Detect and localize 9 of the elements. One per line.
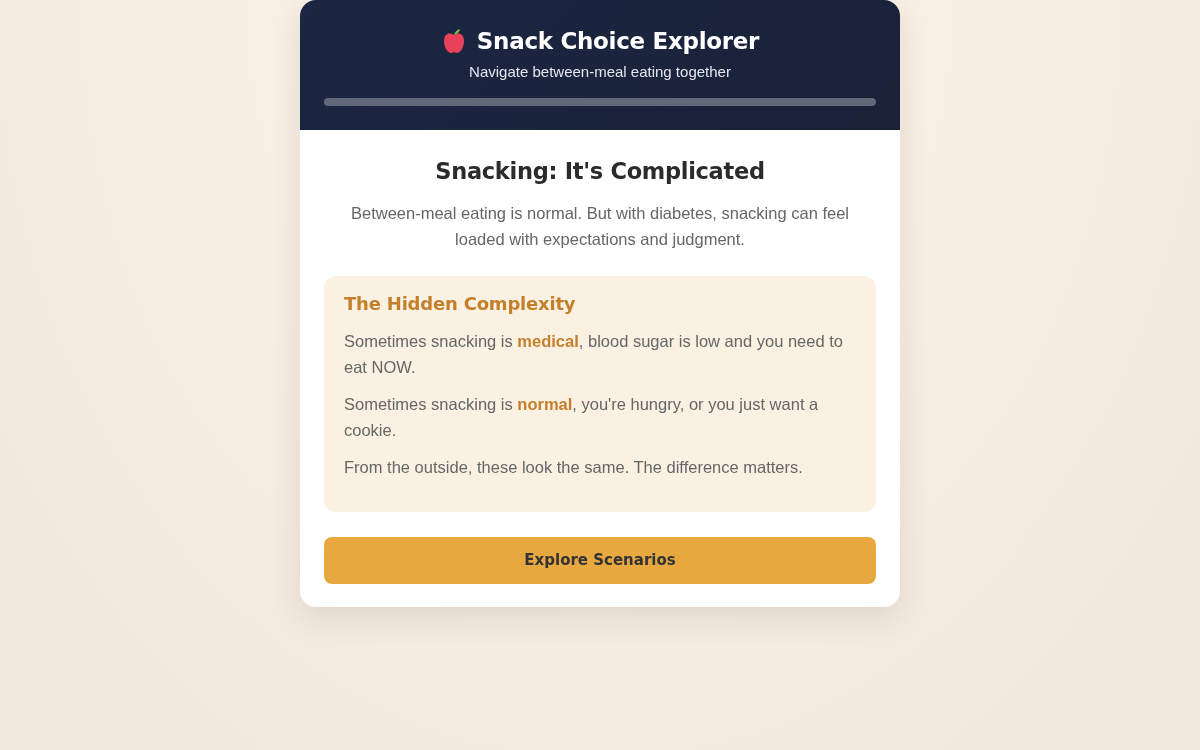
callout-heading: The Hidden Complexity <box>344 292 577 316</box>
app-subtitle: Navigate between-meal eating together <box>469 62 731 82</box>
app-title: Snack Choice Explorer <box>476 27 760 56</box>
explore-button[interactable]: Explore Scenarios <box>324 537 876 584</box>
callout-paragraph: Sometimes snacking is normal, you're hungry, or you just want a cookie. <box>344 394 820 441</box>
section-heading: Snacking: It's Complicated <box>435 157 765 186</box>
callout-paragraph: From the outside, these look the same. The difference matters. <box>344 457 804 478</box>
intro-paragraph: Between-meal eating is normal. But with diabetes, snacking can feel loaded with expectations and judgment. <box>350 203 850 250</box>
callout-paragraph: Sometimes snacking is medical, blood sugar is low and you need to eat NOW. <box>344 331 844 378</box>
